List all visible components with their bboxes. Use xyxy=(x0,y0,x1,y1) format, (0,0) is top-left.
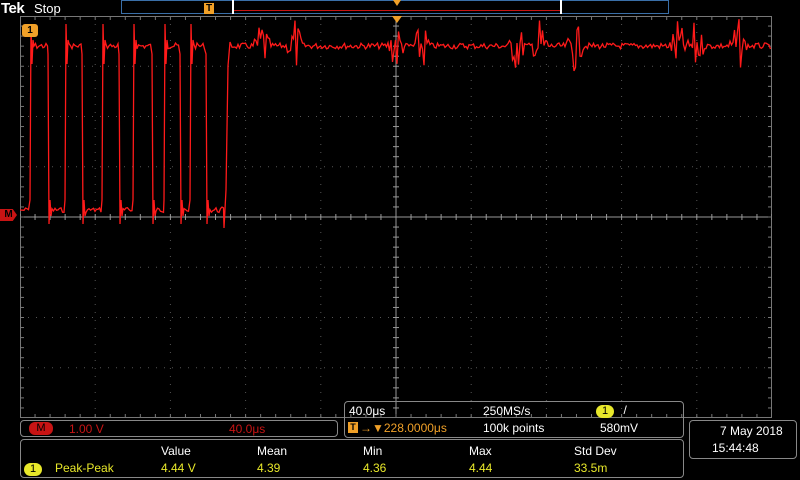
expansion-point-icon xyxy=(393,0,401,6)
stat-min: 4.36 xyxy=(363,461,387,475)
stat-header-stddev: Std Dev xyxy=(574,444,617,458)
date: 7 May 2018 xyxy=(720,424,783,438)
math-scale: 1.00 V xyxy=(69,422,104,436)
channel1-trigger-tag[interactable]: 1 xyxy=(22,24,38,37)
stat-header-value: Value xyxy=(161,444,191,458)
math-time: 40.0μs xyxy=(229,422,266,436)
stat-header-mean: Mean xyxy=(257,444,288,458)
trigger-level: 580mV xyxy=(600,421,639,435)
measurement-name: Peak-Peak xyxy=(55,461,114,475)
record-length: 100k points xyxy=(483,421,545,435)
measurement-source: 1 xyxy=(24,461,43,476)
trigger-icon: T xyxy=(348,422,358,433)
stat-header-max: Max xyxy=(469,444,492,458)
stat-max: 4.44 xyxy=(469,461,493,475)
trigger-point-icon xyxy=(392,16,402,23)
math-readout[interactable]: M 1.00 V 40.0μs xyxy=(20,420,338,437)
time-per-div: 40.0μs xyxy=(349,404,386,418)
brand-logo: Tek xyxy=(1,0,25,17)
trigger-source: 1 xyxy=(596,405,615,418)
stat-header-min: Min xyxy=(363,444,383,458)
date-time-readout: 7 May 2018 15:44:48 xyxy=(689,420,797,459)
trigger-delay: →▼228.0000μs xyxy=(360,421,447,435)
record-view-trace xyxy=(234,10,560,11)
horizontal-readout[interactable]: 40.0μs 250MS/s 1 / T →▼228.0000μs 100k p… xyxy=(344,401,684,438)
trigger-position-marker[interactable]: T xyxy=(204,3,214,14)
stat-mean: 4.39 xyxy=(257,461,281,475)
stat-stddev: 33.5m xyxy=(574,461,608,475)
sample-rate: 250MS/s xyxy=(483,404,531,418)
grid-lines xyxy=(20,16,772,418)
measurement-channel: 1 xyxy=(24,463,43,476)
time: 15:44:48 xyxy=(712,441,759,455)
trigger-source-badge: 1 / xyxy=(596,403,627,418)
trigger-slope-icon: / xyxy=(623,403,627,417)
math-label: M xyxy=(29,422,53,435)
graticule xyxy=(20,16,772,418)
stat-value: 4.44 V xyxy=(161,461,196,475)
math-ground-marker[interactable]: M xyxy=(0,209,17,221)
acquisition-status: Stop xyxy=(34,1,61,16)
measurement-statistics[interactable]: Value Mean Min Max Std Dev 1 Peak-Peak 4… xyxy=(20,439,684,478)
